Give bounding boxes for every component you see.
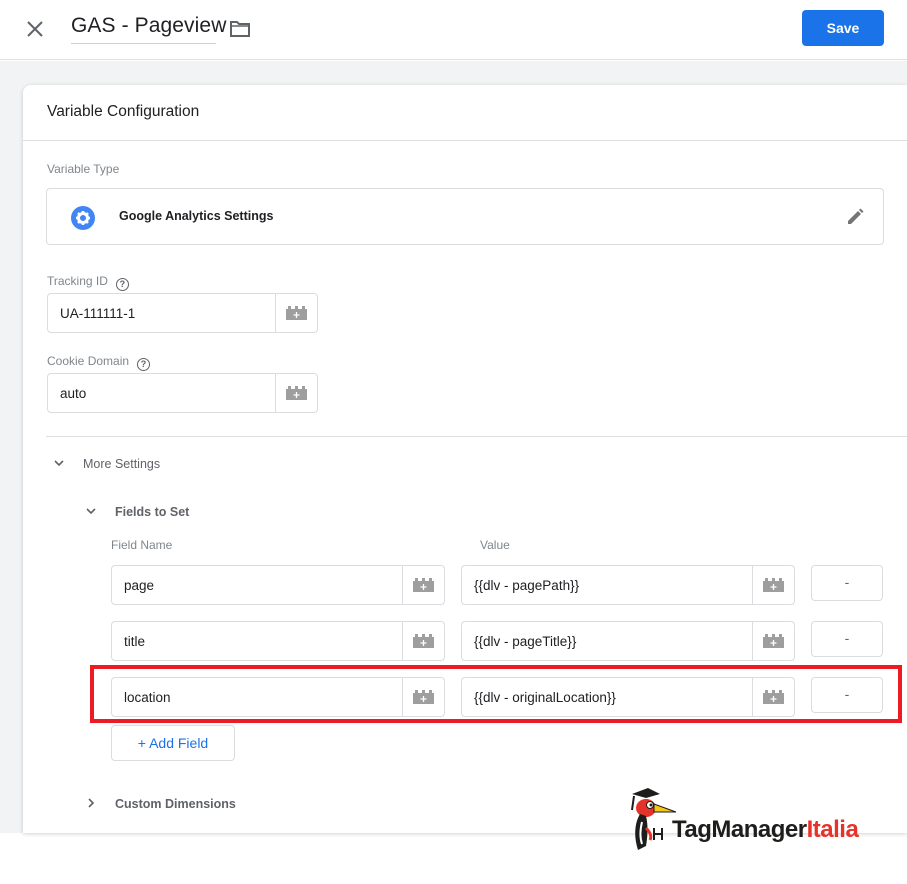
cookie-domain-field[interactable]: auto [47, 373, 318, 413]
fields-to-set-label: Fields to Set [115, 505, 190, 519]
remove-row-button[interactable]: - [811, 621, 883, 657]
variable-brick-icon [286, 386, 307, 400]
insert-variable-button[interactable] [275, 374, 317, 412]
brand-part2: Italia [806, 816, 859, 843]
remove-row-button[interactable]: - [811, 565, 883, 601]
insert-variable-button[interactable] [752, 678, 794, 716]
variable-brick-icon [763, 578, 784, 592]
tagmanageritalia-logo: TagManagerItalia [624, 784, 894, 854]
variable-brick-icon [286, 306, 307, 320]
add-field-button[interactable]: + Add Field [111, 725, 235, 761]
insert-variable-button[interactable] [752, 622, 794, 660]
chevron-down-icon [86, 508, 96, 515]
variable-configuration-card: Variable Configuration Variable Type Goo… [23, 85, 907, 833]
more-settings-toggle[interactable]: More Settings [53, 457, 160, 471]
edit-button[interactable] [845, 207, 865, 227]
variable-brick-icon [763, 690, 784, 704]
close-button[interactable] [24, 18, 46, 40]
field-value-text: {{dlv - originalLocation}} [474, 690, 616, 705]
cookie-domain-value: auto [60, 386, 87, 401]
tracking-id-label: Tracking ID? [47, 274, 129, 291]
card-header: Variable Configuration [23, 85, 907, 141]
custom-dimensions-label: Custom Dimensions [115, 797, 236, 811]
variable-brick-icon [413, 690, 434, 704]
custom-dimensions-toggle[interactable]: Custom Dimensions [85, 797, 236, 811]
variable-name-input[interactable]: GAS - Pageview [71, 14, 226, 44]
field-value-text: {{dlv - pageTitle}} [474, 634, 577, 649]
variable-brick-icon [413, 578, 434, 592]
top-bar: GAS - Pageview Save [0, 0, 907, 60]
field-name-value: location [124, 690, 171, 705]
field-name-input[interactable]: title [111, 621, 445, 661]
field-value-text: {{dlv - pagePath}} [474, 578, 580, 593]
field-name-value: page [124, 578, 155, 593]
fields-to-set-toggle[interactable]: Fields to Set [85, 505, 189, 519]
chevron-right-icon [88, 798, 95, 808]
field-name-input[interactable]: page [111, 565, 445, 605]
tracking-id-label-text: Tracking ID [47, 274, 108, 288]
field-value-input[interactable]: {{dlv - originalLocation}} [461, 677, 795, 717]
value-column-header: Value [480, 538, 510, 552]
help-icon[interactable]: ? [137, 358, 151, 371]
gear-icon [71, 206, 95, 230]
divider [46, 436, 907, 437]
insert-variable-button[interactable] [275, 294, 317, 332]
field-name-input[interactable]: location [111, 677, 445, 717]
brand-part1: TagManager [672, 816, 807, 843]
variable-type-label: Variable Type [47, 162, 120, 176]
variable-type-selector[interactable]: Google Analytics Settings [46, 188, 884, 245]
chevron-down-icon [54, 460, 64, 467]
tracking-id-value: UA-111111-1 [60, 306, 136, 321]
insert-variable-button[interactable] [402, 678, 444, 716]
more-settings-label: More Settings [83, 457, 161, 471]
field-name-value: title [124, 634, 146, 649]
variable-brick-icon [763, 634, 784, 648]
field-value-input[interactable]: {{dlv - pagePath}} [461, 565, 795, 605]
card-title: Variable Configuration [47, 103, 200, 120]
variable-brick-icon [413, 634, 434, 648]
save-button[interactable]: Save [802, 10, 884, 46]
help-icon[interactable]: ? [115, 278, 129, 291]
brand-name: TagManagerItalia [672, 816, 859, 844]
insert-variable-button[interactable] [402, 566, 444, 604]
folder-button[interactable] [229, 19, 251, 39]
folder-icon [230, 21, 250, 37]
insert-variable-button[interactable] [402, 622, 444, 660]
field-value-input[interactable]: {{dlv - pageTitle}} [461, 621, 795, 661]
variable-type-name: Google Analytics Settings [119, 209, 274, 223]
cookie-domain-label: Cookie Domain? [47, 354, 151, 371]
pencil-icon [848, 208, 864, 224]
tracking-id-field[interactable]: UA-111111-1 [47, 293, 318, 333]
cookie-domain-label-text: Cookie Domain [47, 354, 130, 368]
insert-variable-button[interactable] [752, 566, 794, 604]
close-icon [27, 21, 43, 37]
field-name-column-header: Field Name [111, 538, 173, 552]
remove-row-button[interactable]: - [811, 677, 883, 713]
